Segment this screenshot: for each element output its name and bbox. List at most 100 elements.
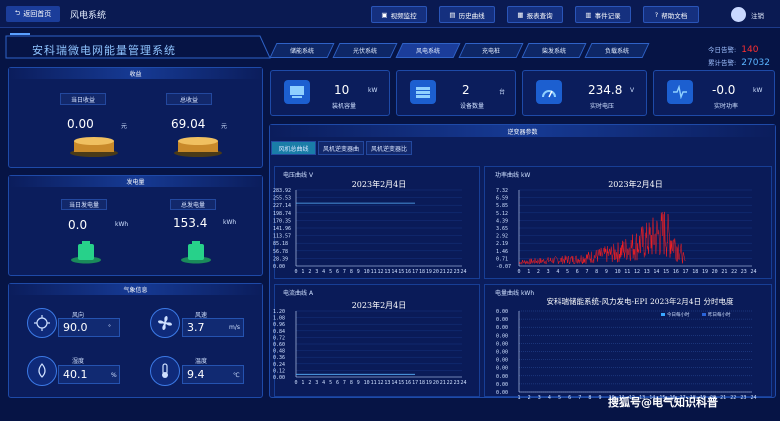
x-tick-label: 23 [454, 380, 460, 386]
x-tick-label: 1 [518, 395, 521, 401]
x-tick-label: 9 [357, 269, 360, 275]
x-tick-label: 11 [624, 269, 630, 275]
x-tick-label: 0 [295, 269, 298, 275]
legend-swatch-today [661, 313, 665, 316]
x-tick-label: 23 [740, 395, 746, 401]
x-tick-label: 7 [343, 269, 346, 275]
x-tick-label: 24 [751, 395, 757, 401]
legend-yesterday: 昨日每小时 [708, 311, 731, 318]
x-tick-label: 20 [433, 269, 439, 275]
x-tick-label: 19 [702, 269, 708, 275]
x-tick-label: 23 [454, 269, 460, 275]
x-tick-label: 18 [419, 269, 425, 275]
y-tick-label: 0.00 [496, 390, 508, 396]
chart-title: 2023年2月4日 [608, 179, 663, 189]
x-tick-label: 12 [634, 269, 640, 275]
y-tick-label: 0.84 [273, 329, 285, 335]
x-tick-label: 4 [548, 395, 551, 401]
chart-title: 2023年2月4日 [352, 300, 407, 310]
x-tick-label: 13 [384, 380, 390, 386]
x-tick-label: 5 [558, 395, 561, 401]
y-tick-label: 28.39 [273, 256, 288, 262]
y-tick-label: 141.96 [273, 226, 291, 232]
x-tick-label: 15 [663, 269, 669, 275]
x-tick-label: 24 [461, 269, 467, 275]
x-tick-label: 8 [588, 395, 591, 401]
x-tick-label: 19 [426, 380, 432, 386]
x-tick-label: 3 [315, 380, 318, 386]
y-tick-label: 5.12 [496, 211, 508, 217]
x-tick-label: 7 [585, 269, 588, 275]
x-tick-label: 21 [440, 380, 446, 386]
y-tick-label: 0.48 [273, 349, 285, 355]
x-tick-label: 9 [605, 269, 608, 275]
x-tick-label: 14 [391, 269, 397, 275]
y-tick-label: 0.00 [496, 358, 508, 364]
y-tick-label: 113.57 [273, 234, 291, 240]
x-tick-label: 22 [447, 380, 453, 386]
x-tick-label: 10 [615, 269, 621, 275]
chart-layer: 283.92255.53227.14198.74170.35141.96113.… [273, 179, 757, 401]
y-tick-label: 0.71 [496, 256, 508, 262]
x-tick-label: 2 [308, 269, 311, 275]
y-tick-label: 0.60 [273, 342, 285, 348]
x-tick-label: 1 [527, 269, 530, 275]
y-tick-label: 85.18 [273, 241, 288, 247]
y-tick-label: 0.72 [273, 335, 285, 341]
y-tick-label: 1.08 [273, 316, 285, 322]
x-tick-label: 8 [350, 380, 353, 386]
x-tick-label: 6 [568, 395, 571, 401]
y-tick-label: 0.96 [273, 322, 285, 328]
x-tick-label: 15 [398, 380, 404, 386]
y-tick-label: 2.19 [496, 241, 508, 247]
x-tick-label: 21 [720, 395, 726, 401]
x-tick-label: 3 [315, 269, 318, 275]
y-tick-label: 0.00 [496, 374, 508, 380]
x-tick-label: 17 [412, 269, 418, 275]
y-tick-label: 2.92 [496, 234, 508, 240]
y-tick-label: 0.00 [273, 375, 285, 381]
y-tick-label: 6.59 [496, 196, 508, 202]
y-tick-label: 170.35 [273, 218, 291, 224]
y-tick-label: 0.00 [496, 350, 508, 356]
x-tick-label: 23 [741, 269, 747, 275]
y-tick-label: 0.00 [496, 325, 508, 331]
x-tick-label: 24 [461, 380, 467, 386]
y-tick-label: 4.39 [496, 218, 508, 224]
y-tick-label: 1.20 [273, 309, 285, 315]
x-tick-label: 5 [329, 380, 332, 386]
y-tick-label: 56.78 [273, 249, 288, 255]
x-tick-label: 9 [357, 380, 360, 386]
x-tick-label: 3 [538, 395, 541, 401]
x-tick-label: 22 [730, 395, 736, 401]
x-tick-label: 24 [751, 269, 757, 275]
legend-swatch-yesterday [702, 313, 706, 316]
x-tick-label: 16 [673, 269, 679, 275]
y-tick-label: 0.00 [496, 382, 508, 388]
x-tick-label: 18 [419, 380, 425, 386]
x-tick-label: 16 [405, 380, 411, 386]
x-tick-label: 15 [398, 269, 404, 275]
x-tick-label: 7 [578, 395, 581, 401]
x-tick-label: 22 [731, 269, 737, 275]
x-tick-label: 8 [595, 269, 598, 275]
x-tick-label: 8 [350, 269, 353, 275]
y-tick-label: 0.00 [496, 317, 508, 323]
x-tick-label: 0 [295, 380, 298, 386]
x-tick-label: 13 [644, 269, 650, 275]
y-tick-label: -0.07 [496, 264, 511, 270]
x-tick-label: 5 [566, 269, 569, 275]
x-tick-label: 7 [343, 380, 346, 386]
data-series-line [518, 211, 686, 266]
x-tick-label: 4 [322, 269, 325, 275]
x-tick-label: 10 [364, 269, 370, 275]
y-tick-label: 7.32 [496, 188, 508, 194]
y-tick-label: 0.36 [273, 355, 285, 361]
x-tick-label: 16 [405, 269, 411, 275]
y-tick-label: 3.65 [496, 226, 508, 232]
y-tick-label: 0.12 [273, 368, 285, 374]
x-tick-label: 3 [547, 269, 550, 275]
y-tick-label: 1.46 [496, 249, 508, 255]
chart-title: 2023年2月4日 [352, 179, 407, 189]
x-tick-label: 6 [576, 269, 579, 275]
